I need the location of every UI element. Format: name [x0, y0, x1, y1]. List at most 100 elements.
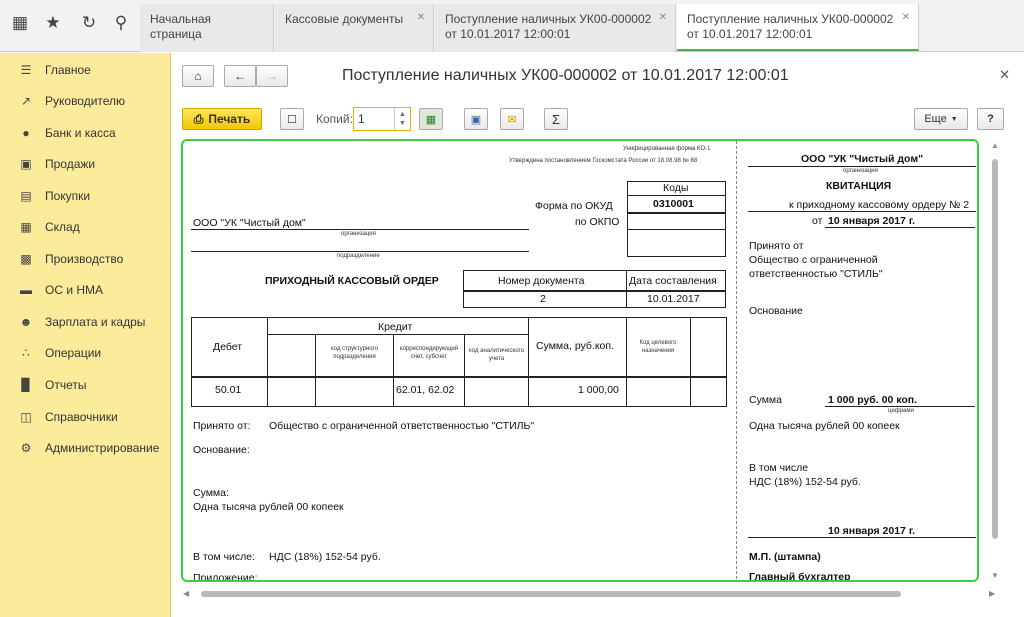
- tab-cash-documents[interactable]: Кассовые документы ✕: [275, 4, 434, 52]
- sidebar-item-label: Банк и касса: [45, 126, 116, 140]
- sidebar-item-label: Главное: [45, 63, 91, 77]
- form-line2: Утверждена постановлением Госкомстата Ро…: [509, 158, 698, 164]
- receipt-chief-accountant: Главный бухгалтер: [749, 571, 851, 582]
- sidebar: ☰ Главное ↗ Руководителю ● Банк и касса ▣ Пр…: [0, 53, 171, 617]
- vertical-scrollbar[interactable]: ▲ ▼: [988, 139, 1002, 585]
- sum-label: Сумма:: [193, 487, 229, 499]
- email-button[interactable]: ✉: [500, 108, 524, 130]
- doc-number-header: Номер документа: [498, 275, 585, 287]
- apps-grid-icon[interactable]: ▦: [9, 12, 31, 34]
- close-icon[interactable]: ✕: [902, 10, 910, 25]
- scroll-thumb[interactable]: [992, 159, 998, 539]
- close-icon[interactable]: ✕: [417, 10, 425, 25]
- sigma-icon: Σ: [551, 111, 561, 127]
- attach-label: Приложение:: [193, 572, 258, 582]
- receipt-to-order: к приходному кассовому ордеру № 2: [789, 199, 970, 211]
- sidebar-item-label: Отчеты: [45, 378, 87, 392]
- sidebar-item-purchases[interactable]: ▤ Покупки: [0, 184, 171, 208]
- boxes-icon: ▦: [20, 220, 32, 234]
- scroll-down-icon[interactable]: ▼: [991, 571, 999, 580]
- more-button[interactable]: Еще ▼: [914, 108, 968, 130]
- save-button[interactable]: ▣: [464, 108, 488, 130]
- copies-stepper[interactable]: ▲ ▼: [394, 108, 410, 130]
- sidebar-item-operations[interactable]: ∴ Операции: [0, 341, 171, 365]
- form-line1: Унифицированная форма КО-1: [623, 146, 711, 152]
- tab-home[interactable]: Начальная страница: [140, 4, 274, 52]
- home-button[interactable]: ⌂: [182, 65, 214, 87]
- sidebar-item-directories[interactable]: ◫ Справочники: [0, 405, 171, 429]
- forward-button[interactable]: →: [256, 65, 288, 87]
- back-button[interactable]: ←: [224, 65, 256, 87]
- basis-label: Основание:: [193, 444, 250, 456]
- sidebar-item-production[interactable]: ▩ Производство: [0, 247, 171, 271]
- org-caption: организация: [341, 231, 376, 237]
- cut-line: [736, 141, 737, 580]
- receipt-received-line2: ответственностью "СТИЛЬ": [749, 268, 883, 280]
- bar-chart-icon: ▉: [21, 378, 31, 392]
- print-button[interactable]: ⎙ Печать: [182, 108, 262, 130]
- row-debit: 50.01: [215, 384, 242, 396]
- truck-icon: ▬: [20, 283, 32, 297]
- sum-button[interactable]: Σ: [544, 108, 568, 130]
- incl-label: В том числе:: [193, 551, 256, 563]
- preview-button[interactable]: ☐: [280, 108, 304, 130]
- receipt-date-prefix: от: [812, 215, 823, 227]
- chevron-down-icon[interactable]: ▼: [399, 119, 406, 128]
- close-icon[interactable]: ✕: [659, 10, 667, 25]
- incl-value: НДС (18%) 152-54 руб.: [269, 551, 381, 563]
- close-icon[interactable]: ✕: [999, 67, 1010, 83]
- edit-toggle-button[interactable]: ▦: [419, 108, 443, 130]
- sidebar-item-label: Справочники: [45, 410, 118, 424]
- sidebar-item-salary[interactable]: ☻ Зарплата и кадры: [0, 310, 171, 334]
- home-icon: ⌂: [194, 69, 202, 83]
- sidebar-item-admin[interactable]: ⚙ Администрирование: [0, 436, 171, 460]
- sidebar-item-label: Продажи: [45, 157, 96, 171]
- tab-label: Начальная страница: [150, 12, 212, 41]
- receipt-stamp: М.П. (штампа): [749, 551, 821, 563]
- sidebar-item-label: Склад: [45, 220, 80, 234]
- help-button[interactable]: ?: [977, 108, 1004, 130]
- sum-header: Сумма, руб.коп.: [536, 340, 615, 352]
- tab-cash-receipt-2[interactable]: Поступление наличных УК00-000002 от 10.0…: [677, 4, 919, 51]
- chevron-up-icon[interactable]: ▲: [399, 110, 406, 119]
- printer-icon: ⎙: [193, 111, 204, 126]
- receipt-digits-caption: цифрами: [888, 408, 914, 414]
- sidebar-item-label: Руководителю: [45, 94, 126, 108]
- tab-cash-receipt-1[interactable]: Поступление наличных УК00-000002 от 10.0…: [435, 4, 676, 52]
- receipt-date: 10 января 2017 г.: [828, 215, 916, 227]
- receipt-received-label: Принято от: [749, 240, 804, 252]
- basket-icon: ▤: [20, 189, 32, 203]
- sidebar-item-sales[interactable]: ▣ Продажи: [0, 152, 171, 176]
- history-icon[interactable]: ↻: [78, 12, 100, 34]
- accounting-table: [191, 317, 727, 407]
- scroll-right-icon[interactable]: ▶: [989, 589, 995, 598]
- receipt-org-name: ООО "УК "Чистый дом": [801, 153, 924, 165]
- receipt-date-bottom: 10 января 2017 г.: [828, 525, 916, 537]
- receipt-title: КВИТАНЦИЯ: [826, 180, 892, 192]
- sidebar-item-label: ОС и НМА: [45, 283, 104, 297]
- scroll-left-icon[interactable]: ◀: [183, 589, 189, 598]
- person-icon: ☻: [19, 315, 33, 329]
- horizontal-scrollbar[interactable]: ◀ ▶: [181, 588, 1001, 600]
- sidebar-item-label: Администрирование: [45, 441, 160, 455]
- row-sum: 1 000,00: [578, 384, 619, 396]
- preview-icon: ☐: [287, 113, 297, 126]
- main-area: ⌂ ← → Поступление наличных УК00-000002 о…: [172, 53, 1024, 617]
- scroll-thumb[interactable]: [201, 591, 901, 597]
- sidebar-item-manager[interactable]: ↗ Руководителю: [0, 89, 171, 113]
- print-label: Печать: [208, 112, 251, 126]
- order-title: ПРИХОДНЫЙ КАССОВЫЙ ОРДЕР: [265, 275, 439, 287]
- arrow-left-icon: ←: [234, 69, 246, 83]
- receipt-received-line1: Общество с ограниченной: [749, 254, 878, 266]
- scroll-up-icon[interactable]: ▲: [991, 141, 999, 150]
- sidebar-item-reports[interactable]: ▉ Отчеты: [0, 373, 171, 397]
- sidebar-item-fixed-assets[interactable]: ▬ ОС и НМА: [0, 278, 171, 302]
- favorites-star-icon[interactable]: ★: [42, 12, 64, 34]
- sidebar-item-bank[interactable]: ● Банк и касса: [0, 121, 171, 145]
- receipt-sum-value: 1 000 руб. 00 коп.: [828, 394, 918, 406]
- receipt-sum-words: Одна тысяча рублей 00 копеек: [749, 420, 900, 432]
- report-spreadsheet[interactable]: Унифицированная форма КО-1 Утверждена по…: [181, 139, 979, 582]
- sidebar-item-warehouse[interactable]: ▦ Склад: [0, 215, 171, 239]
- sidebar-item-main[interactable]: ☰ Главное: [0, 58, 171, 82]
- search-icon[interactable]: ⚲: [110, 12, 132, 34]
